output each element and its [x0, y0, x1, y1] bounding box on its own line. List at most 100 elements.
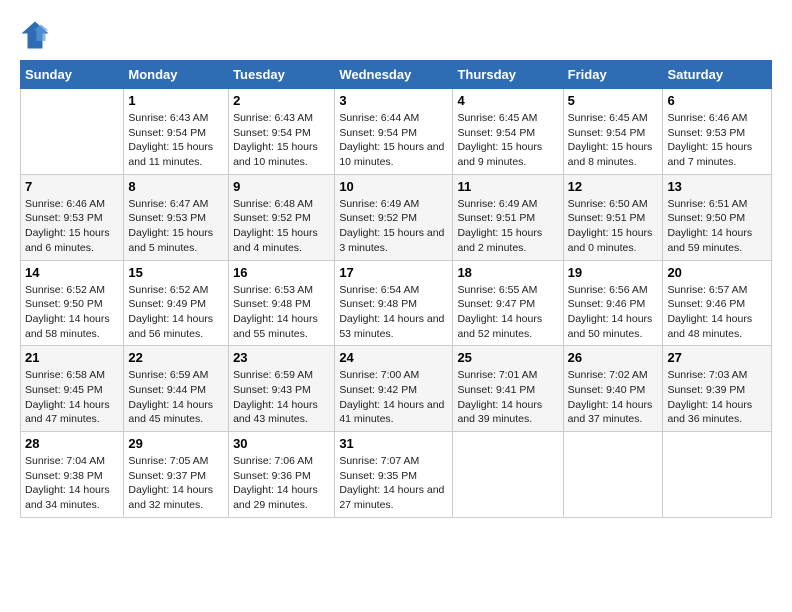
- daylight-text: Daylight: 14 hours and 45 minutes.: [128, 399, 213, 426]
- daylight-text: Daylight: 14 hours and 52 minutes.: [457, 313, 542, 340]
- calendar-cell: 15 Sunrise: 6:52 AM Sunset: 9:49 PM Dayl…: [124, 260, 229, 346]
- day-info: Sunrise: 6:45 AM Sunset: 9:54 PM Dayligh…: [457, 111, 558, 170]
- day-number: 17: [339, 265, 448, 280]
- logo: [20, 20, 54, 50]
- calendar-cell: 14 Sunrise: 6:52 AM Sunset: 9:50 PM Dayl…: [21, 260, 124, 346]
- sunrise-text: Sunrise: 6:50 AM: [568, 198, 648, 210]
- sunset-text: Sunset: 9:44 PM: [128, 384, 206, 396]
- day-number: 6: [667, 93, 767, 108]
- sunrise-text: Sunrise: 7:00 AM: [339, 369, 419, 381]
- calendar-cell: 17 Sunrise: 6:54 AM Sunset: 9:48 PM Dayl…: [335, 260, 453, 346]
- calendar-cell: [663, 432, 772, 518]
- daylight-text: Daylight: 15 hours and 4 minutes.: [233, 227, 318, 254]
- sunset-text: Sunset: 9:50 PM: [25, 298, 103, 310]
- day-info: Sunrise: 6:52 AM Sunset: 9:50 PM Dayligh…: [25, 283, 119, 342]
- day-number: 7: [25, 179, 119, 194]
- sunset-text: Sunset: 9:54 PM: [339, 127, 417, 139]
- day-number: 10: [339, 179, 448, 194]
- sunset-text: Sunset: 9:54 PM: [233, 127, 311, 139]
- daylight-text: Daylight: 15 hours and 11 minutes.: [128, 141, 213, 168]
- sunrise-text: Sunrise: 6:53 AM: [233, 284, 313, 296]
- day-number: 3: [339, 93, 448, 108]
- day-number: 30: [233, 436, 330, 451]
- day-number: 12: [568, 179, 659, 194]
- day-number: 22: [128, 350, 224, 365]
- day-number: 23: [233, 350, 330, 365]
- daylight-text: Daylight: 14 hours and 37 minutes.: [568, 399, 653, 426]
- calendar-cell: 16 Sunrise: 6:53 AM Sunset: 9:48 PM Dayl…: [229, 260, 335, 346]
- sunset-text: Sunset: 9:42 PM: [339, 384, 417, 396]
- day-number: 2: [233, 93, 330, 108]
- calendar-cell: 26 Sunrise: 7:02 AM Sunset: 9:40 PM Dayl…: [563, 346, 663, 432]
- day-number: 26: [568, 350, 659, 365]
- calendar-cell: 2 Sunrise: 6:43 AM Sunset: 9:54 PM Dayli…: [229, 89, 335, 175]
- sunset-text: Sunset: 9:36 PM: [233, 470, 311, 482]
- day-number: 13: [667, 179, 767, 194]
- daylight-text: Daylight: 15 hours and 6 minutes.: [25, 227, 110, 254]
- calendar-cell: 5 Sunrise: 6:45 AM Sunset: 9:54 PM Dayli…: [563, 89, 663, 175]
- day-number: 20: [667, 265, 767, 280]
- day-number: 18: [457, 265, 558, 280]
- day-number: 14: [25, 265, 119, 280]
- sunrise-text: Sunrise: 6:51 AM: [667, 198, 747, 210]
- sunrise-text: Sunrise: 6:43 AM: [128, 112, 208, 124]
- calendar-cell: [563, 432, 663, 518]
- sunset-text: Sunset: 9:41 PM: [457, 384, 535, 396]
- daylight-text: Daylight: 14 hours and 59 minutes.: [667, 227, 752, 254]
- daylight-text: Daylight: 14 hours and 47 minutes.: [25, 399, 110, 426]
- sunrise-text: Sunrise: 6:59 AM: [233, 369, 313, 381]
- sunset-text: Sunset: 9:48 PM: [339, 298, 417, 310]
- sunrise-text: Sunrise: 6:49 AM: [339, 198, 419, 210]
- sunset-text: Sunset: 9:46 PM: [667, 298, 745, 310]
- calendar-cell: 27 Sunrise: 7:03 AM Sunset: 9:39 PM Dayl…: [663, 346, 772, 432]
- day-info: Sunrise: 6:58 AM Sunset: 9:45 PM Dayligh…: [25, 368, 119, 427]
- daylight-text: Daylight: 15 hours and 10 minutes.: [339, 141, 444, 168]
- sunrise-text: Sunrise: 6:48 AM: [233, 198, 313, 210]
- sunset-text: Sunset: 9:53 PM: [667, 127, 745, 139]
- day-info: Sunrise: 6:46 AM Sunset: 9:53 PM Dayligh…: [667, 111, 767, 170]
- sunrise-text: Sunrise: 6:54 AM: [339, 284, 419, 296]
- calendar-cell: 6 Sunrise: 6:46 AM Sunset: 9:53 PM Dayli…: [663, 89, 772, 175]
- sunset-text: Sunset: 9:40 PM: [568, 384, 646, 396]
- day-number: 11: [457, 179, 558, 194]
- calendar-cell: 20 Sunrise: 6:57 AM Sunset: 9:46 PM Dayl…: [663, 260, 772, 346]
- sunrise-text: Sunrise: 6:59 AM: [128, 369, 208, 381]
- daylight-text: Daylight: 14 hours and 53 minutes.: [339, 313, 444, 340]
- daylight-text: Daylight: 14 hours and 34 minutes.: [25, 484, 110, 511]
- calendar-table: SundayMondayTuesdayWednesdayThursdayFrid…: [20, 60, 772, 518]
- day-number: 9: [233, 179, 330, 194]
- sunrise-text: Sunrise: 6:46 AM: [25, 198, 105, 210]
- sunset-text: Sunset: 9:38 PM: [25, 470, 103, 482]
- calendar-cell: [453, 432, 563, 518]
- day-number: 29: [128, 436, 224, 451]
- calendar-cell: 8 Sunrise: 6:47 AM Sunset: 9:53 PM Dayli…: [124, 174, 229, 260]
- calendar-header-row: SundayMondayTuesdayWednesdayThursdayFrid…: [21, 61, 772, 89]
- sunset-text: Sunset: 9:47 PM: [457, 298, 535, 310]
- header-cell-tuesday: Tuesday: [229, 61, 335, 89]
- calendar-cell: 18 Sunrise: 6:55 AM Sunset: 9:47 PM Dayl…: [453, 260, 563, 346]
- day-number: 27: [667, 350, 767, 365]
- calendar-cell: 1 Sunrise: 6:43 AM Sunset: 9:54 PM Dayli…: [124, 89, 229, 175]
- daylight-text: Daylight: 14 hours and 43 minutes.: [233, 399, 318, 426]
- sunset-text: Sunset: 9:54 PM: [128, 127, 206, 139]
- calendar-week-row: 14 Sunrise: 6:52 AM Sunset: 9:50 PM Dayl…: [21, 260, 772, 346]
- sunset-text: Sunset: 9:46 PM: [568, 298, 646, 310]
- calendar-cell: 19 Sunrise: 6:56 AM Sunset: 9:46 PM Dayl…: [563, 260, 663, 346]
- sunset-text: Sunset: 9:43 PM: [233, 384, 311, 396]
- calendar-cell: [21, 89, 124, 175]
- daylight-text: Daylight: 14 hours and 50 minutes.: [568, 313, 653, 340]
- calendar-week-row: 1 Sunrise: 6:43 AM Sunset: 9:54 PM Dayli…: [21, 89, 772, 175]
- daylight-text: Daylight: 14 hours and 56 minutes.: [128, 313, 213, 340]
- calendar-cell: 22 Sunrise: 6:59 AM Sunset: 9:44 PM Dayl…: [124, 346, 229, 432]
- sunset-text: Sunset: 9:48 PM: [233, 298, 311, 310]
- sunset-text: Sunset: 9:52 PM: [339, 212, 417, 224]
- day-number: 1: [128, 93, 224, 108]
- sunrise-text: Sunrise: 6:57 AM: [667, 284, 747, 296]
- calendar-cell: 11 Sunrise: 6:49 AM Sunset: 9:51 PM Dayl…: [453, 174, 563, 260]
- daylight-text: Daylight: 15 hours and 2 minutes.: [457, 227, 542, 254]
- day-info: Sunrise: 7:07 AM Sunset: 9:35 PM Dayligh…: [339, 454, 448, 513]
- day-number: 8: [128, 179, 224, 194]
- day-info: Sunrise: 6:47 AM Sunset: 9:53 PM Dayligh…: [128, 197, 224, 256]
- day-info: Sunrise: 6:43 AM Sunset: 9:54 PM Dayligh…: [233, 111, 330, 170]
- day-info: Sunrise: 6:43 AM Sunset: 9:54 PM Dayligh…: [128, 111, 224, 170]
